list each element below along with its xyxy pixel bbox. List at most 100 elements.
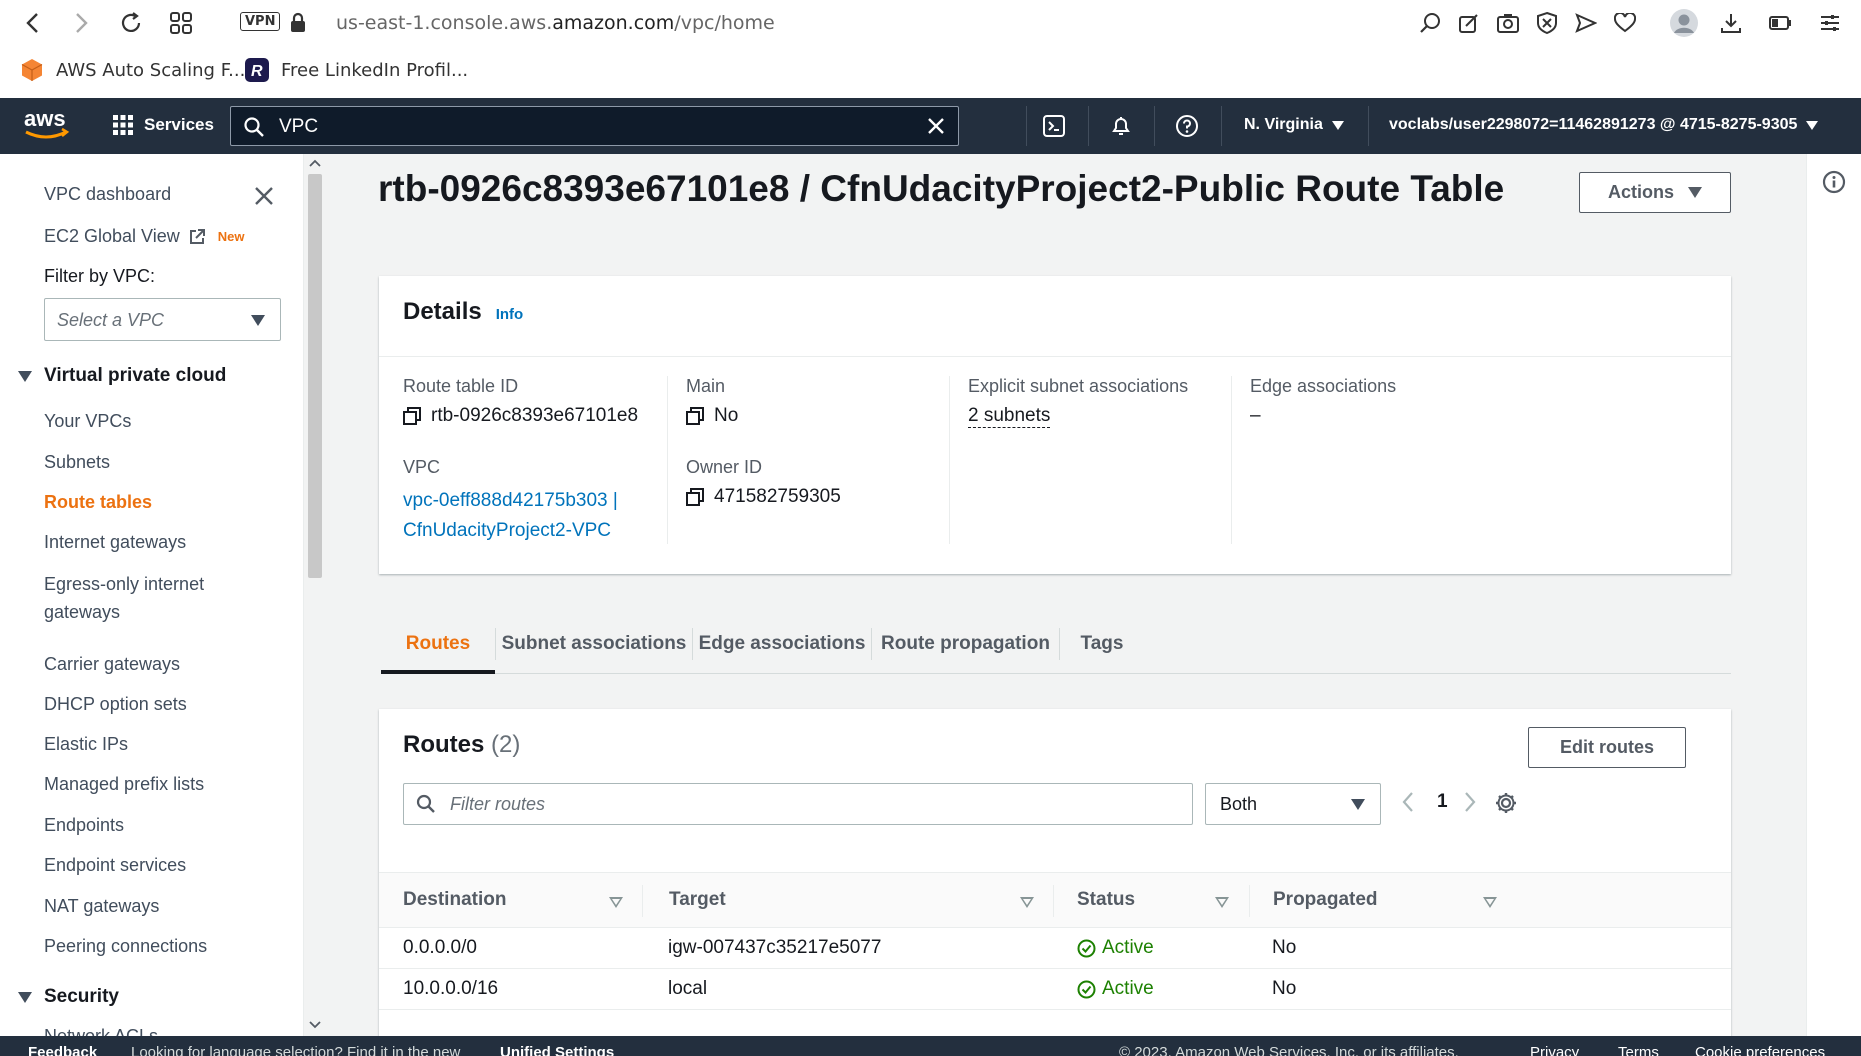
- lock-icon[interactable]: [283, 8, 313, 38]
- cloudshell-icon[interactable]: [1040, 112, 1068, 140]
- zoom-icon[interactable]: [1415, 8, 1445, 38]
- sort-icon[interactable]: [1020, 897, 1034, 908]
- edit-routes-button[interactable]: Edit routes: [1528, 727, 1686, 768]
- scroll-down-icon[interactable]: [309, 1020, 321, 1030]
- sidebar-item-nat-gateways[interactable]: NAT gateways: [44, 896, 159, 917]
- shield-icon[interactable]: [1532, 8, 1562, 38]
- info-link[interactable]: Info: [496, 306, 524, 323]
- aws-logo[interactable]: aws: [22, 106, 72, 149]
- filter-routes-placeholder: Filter routes: [450, 794, 546, 814]
- help-icon[interactable]: [1173, 112, 1201, 140]
- unified-settings-link[interactable]: Unified Settings: [500, 1044, 614, 1056]
- route-target-link[interactable]: igw-007437c35217e5077: [668, 937, 881, 959]
- column-header-status[interactable]: Status: [1077, 889, 1135, 911]
- owner-id-value: 471582759305: [686, 486, 948, 508]
- heart-icon[interactable]: [1610, 8, 1640, 38]
- sidebar-item-egress-only-internet-gateways[interactable]: Egress-only internet gateways: [44, 574, 204, 623]
- address-bar[interactable]: us-east-1.console.aws.amazon.com/vpc/hom…: [336, 12, 775, 34]
- sidebar-item-network-acls[interactable]: Network ACLs: [44, 1026, 158, 1036]
- gear-icon[interactable]: [1494, 791, 1518, 815]
- sidebar-item-vpc-dashboard[interactable]: VPC dashboard: [44, 184, 171, 205]
- close-sidebar-icon[interactable]: [254, 186, 274, 206]
- sidebar-item-elastic-ips[interactable]: Elastic IPs: [44, 734, 128, 755]
- account-menu[interactable]: voclabs/user2298072=11462891273 @ 4715-8…: [1389, 116, 1819, 134]
- info-circle-icon[interactable]: [1822, 170, 1846, 194]
- region-selector[interactable]: N. Virginia: [1244, 116, 1344, 134]
- sidebar-scrollbar[interactable]: [304, 154, 326, 1036]
- profile-avatar-icon[interactable]: [1669, 8, 1699, 38]
- tab-routes[interactable]: Routes: [381, 614, 495, 674]
- status-active-icon: [1077, 939, 1096, 957]
- sidebar-item-subnets[interactable]: Subnets: [44, 452, 110, 473]
- search-value: VPC: [279, 116, 319, 137]
- table-row[interactable]: 0.0.0.0/0 igw-007437c35217e5077 Active N…: [379, 928, 1731, 969]
- route-origin-select[interactable]: Both: [1205, 783, 1381, 825]
- camera-icon[interactable]: [1493, 8, 1523, 38]
- bookmark-linkedin-profile[interactable]: R Free LinkedIn Profil...: [245, 58, 468, 82]
- feedback-link[interactable]: Feedback: [28, 1044, 97, 1056]
- sidebar-group-security[interactable]: Security: [18, 986, 119, 1008]
- scroll-up-icon[interactable]: [309, 158, 321, 168]
- copy-icon[interactable]: [686, 407, 704, 425]
- grid-menu-icon: [113, 115, 133, 135]
- column-header-propagated[interactable]: Propagated: [1273, 889, 1378, 911]
- privacy-link[interactable]: Privacy: [1530, 1044, 1579, 1056]
- share-edit-icon[interactable]: [1454, 8, 1484, 38]
- next-page-icon[interactable]: [1463, 791, 1477, 813]
- current-page-number[interactable]: 1: [1437, 791, 1448, 813]
- back-icon[interactable]: [18, 8, 48, 38]
- console-search-input[interactable]: VPC: [230, 106, 959, 146]
- battery-icon[interactable]: [1765, 8, 1795, 38]
- main-label: Main: [686, 376, 726, 396]
- tab-edge-associations[interactable]: Edge associations: [693, 614, 871, 674]
- sidebar-item-endpoints[interactable]: Endpoints: [44, 815, 124, 836]
- sidebar-item-your-vpcs[interactable]: Your VPCs: [44, 411, 131, 432]
- sidebar-item-peering-connections[interactable]: Peering connections: [44, 936, 207, 957]
- sidebar-item-route-tables[interactable]: Route tables: [44, 492, 152, 513]
- send-icon[interactable]: [1571, 8, 1601, 38]
- main-content: rtb-0926c8393e67101e8 / CfnUdacityProjec…: [326, 154, 1806, 1036]
- sidebar-scroll-thumb[interactable]: [308, 174, 322, 578]
- forward-icon[interactable]: [66, 8, 96, 38]
- copy-icon[interactable]: [686, 488, 704, 506]
- copy-icon[interactable]: [403, 407, 421, 425]
- actions-button[interactable]: Actions: [1579, 172, 1731, 213]
- column-header-destination[interactable]: Destination: [403, 889, 506, 911]
- sidebar-item-endpoint-services[interactable]: Endpoint services: [44, 855, 186, 876]
- sidebar-group-virtual-private-cloud[interactable]: Virtual private cloud: [18, 365, 226, 387]
- route-status: Active: [1077, 978, 1154, 1000]
- sidebar-item-ec2-global-view[interactable]: EC2 Global View New: [44, 226, 244, 247]
- vpn-badge[interactable]: VPN: [240, 12, 281, 31]
- tab-subnet-associations[interactable]: Subnet associations: [496, 614, 692, 674]
- download-icon[interactable]: [1716, 8, 1746, 38]
- notifications-bell-icon[interactable]: [1107, 112, 1135, 140]
- column-header-target[interactable]: Target: [669, 889, 726, 911]
- filter-routes-input[interactable]: Filter routes: [403, 783, 1193, 825]
- sort-icon[interactable]: [1483, 897, 1497, 908]
- services-menu-button[interactable]: Services: [112, 114, 214, 136]
- reload-icon[interactable]: [116, 8, 146, 38]
- route-status: Active: [1077, 937, 1154, 959]
- sidebar-item-dhcp-option-sets[interactable]: DHCP option sets: [44, 694, 187, 715]
- bookmark-label: Free LinkedIn Profil...: [281, 59, 469, 81]
- subnets-popover-trigger[interactable]: 2 subnets: [968, 405, 1051, 428]
- clear-search-icon[interactable]: [926, 116, 946, 136]
- select-vpc-dropdown[interactable]: Select a VPC: [44, 298, 281, 341]
- sidebar-item-internet-gateways[interactable]: Internet gateways: [44, 532, 186, 553]
- vpc-link[interactable]: vpc-0eff888d42175b303 | CfnUdacityProjec…: [403, 486, 665, 546]
- cookie-preferences-link[interactable]: Cookie preferences: [1695, 1044, 1825, 1056]
- table-row[interactable]: 10.0.0.0/16 local Active No: [379, 969, 1731, 1010]
- terms-link[interactable]: Terms: [1618, 1044, 1659, 1056]
- sort-icon[interactable]: [1215, 897, 1229, 908]
- expand-caret-icon: [18, 370, 32, 382]
- sidebar-item-carrier-gateways[interactable]: Carrier gateways: [44, 654, 180, 675]
- sidebar-item-managed-prefix-lists[interactable]: Managed prefix lists: [44, 774, 204, 795]
- tabs-grid-icon[interactable]: [166, 8, 196, 38]
- bookmark-aws-auto-scaling[interactable]: AWS Auto Scaling F...: [20, 58, 245, 82]
- tab-tags[interactable]: Tags: [1060, 614, 1144, 674]
- region-label: N. Virginia: [1244, 116, 1323, 133]
- settings-sliders-icon[interactable]: [1815, 8, 1845, 38]
- previous-page-icon[interactable]: [1401, 791, 1415, 813]
- tab-route-propagation[interactable]: Route propagation: [872, 614, 1059, 674]
- sort-icon[interactable]: [609, 897, 623, 908]
